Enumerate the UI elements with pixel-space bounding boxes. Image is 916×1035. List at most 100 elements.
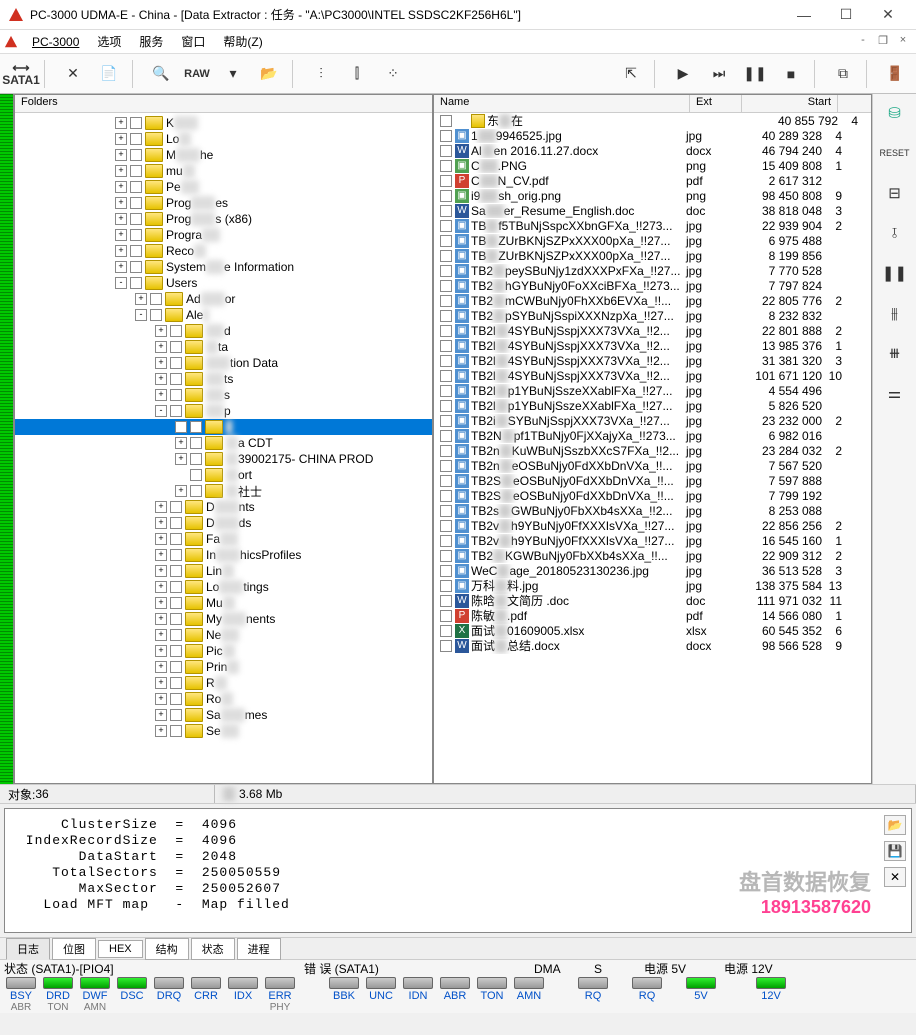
expander-icon[interactable]: + (155, 565, 167, 577)
tree-row[interactable]: +Linxx (15, 563, 432, 579)
expander-icon[interactable]: + (155, 661, 167, 673)
menu-pc3000[interactable]: PC-3000 (24, 33, 87, 51)
mdi-minimize[interactable]: - (854, 34, 872, 50)
expander-icon[interactable]: + (155, 693, 167, 705)
tree-row[interactable]: +Progxxxxs (x86) (15, 211, 432, 227)
pause-button[interactable]: ❚❚ (738, 57, 772, 91)
checkbox[interactable] (150, 309, 162, 321)
expander-icon[interactable]: + (155, 501, 167, 513)
checkbox[interactable] (170, 677, 182, 689)
expander-icon[interactable]: + (115, 149, 127, 161)
checkbox[interactable] (440, 355, 452, 367)
checkbox[interactable] (130, 229, 142, 241)
checkbox[interactable] (170, 341, 182, 353)
log-clear-button[interactable]: ✕ (884, 867, 906, 887)
file-row[interactable]: ▣i9xxxsh_orig.pngpng98 450 8089 (434, 188, 871, 203)
expander-icon[interactable]: + (135, 293, 147, 305)
checkbox[interactable] (170, 581, 182, 593)
mdi-close[interactable]: × (894, 34, 912, 50)
checkbox[interactable] (190, 437, 202, 449)
tree-row[interactable]: -Users (15, 275, 432, 291)
skip-button[interactable]: ⏭ (702, 57, 736, 91)
expander-icon[interactable]: + (115, 213, 127, 225)
checkbox[interactable] (170, 709, 182, 721)
tree-row[interactable]: +Loxx (15, 131, 432, 147)
file-row[interactable]: ▣TB2sxxGWBuNjy0FbXXb4sXXa_!!2...jpg8 253… (434, 503, 871, 518)
expander-icon[interactable]: + (155, 325, 167, 337)
expander-icon[interactable]: + (155, 597, 167, 609)
expander-icon[interactable]: + (115, 229, 127, 241)
checkbox[interactable] (440, 310, 452, 322)
log-tab[interactable]: 状态 (191, 938, 235, 960)
checkbox[interactable] (440, 175, 452, 187)
col-name[interactable]: Name (434, 95, 690, 112)
file-row[interactable]: ▣TB2lxx4SYBuNjSspjXXX73VXa_!!2...jpg22 8… (434, 323, 871, 338)
exit-button[interactable]: 🚪 (878, 57, 912, 91)
file-row[interactable]: ▣Cxxx.PNGpng15 409 8081 (434, 158, 871, 173)
folder-open-button[interactable]: 📂 (252, 57, 286, 91)
clear-icon[interactable]: ⧻ (880, 340, 910, 366)
pause-icon[interactable]: ❚❚ (880, 260, 910, 286)
checkbox[interactable] (440, 580, 452, 592)
checkbox[interactable] (440, 295, 452, 307)
tree-row[interactable]: +Rxx (15, 675, 432, 691)
expander-icon[interactable]: - (155, 405, 167, 417)
expander-icon[interactable]: + (155, 533, 167, 545)
expander-icon[interactable]: + (155, 549, 167, 561)
checkbox[interactable] (170, 597, 182, 609)
expander-icon[interactable]: + (175, 437, 187, 449)
tree-row[interactable]: +xxxs (15, 387, 432, 403)
expander-icon[interactable]: + (155, 517, 167, 529)
adjust-icon[interactable]: ⫱ (880, 220, 910, 246)
tree-row[interactable]: +xxxxtion Data (15, 355, 432, 371)
checkbox[interactable] (440, 235, 452, 247)
checkbox[interactable] (440, 115, 452, 127)
checkbox[interactable] (440, 385, 452, 397)
tree-row[interactable]: +Loxxxxtings (15, 579, 432, 595)
slider-icon[interactable]: ⚌ (880, 380, 910, 406)
log-tab[interactable]: 日志 (6, 938, 50, 960)
file-row[interactable]: ▣TB2xxmCWBuNjy0FhXXb6EVXa_!!...jpg22 805… (434, 293, 871, 308)
checkbox[interactable] (170, 629, 182, 641)
file-row[interactable]: ▣1xxx9946525.jpgjpg40 289 3284 (434, 128, 871, 143)
file-row[interactable]: ▣TBxxZUrBKNjSZPxXXX00pXa_!!27...jpg8 199… (434, 248, 871, 263)
expander-icon[interactable]: - (135, 309, 147, 321)
file-row[interactable]: P陈敏xx.pdfpdf14 566 0801 (434, 608, 871, 623)
file-row[interactable]: PCxxxN_CV.pdfpdf2 617 312 (434, 173, 871, 188)
tree-row[interactable]: +x (15, 419, 432, 435)
file-row[interactable]: X面试xx01609005.xlsxxlsx60 545 3526 (434, 623, 871, 638)
file-row[interactable]: ▣TB2lxx4SYBuNjSspjXXX73VXa_!!2...jpg101 … (434, 368, 871, 383)
tree-row[interactable]: +Dxxxxds (15, 515, 432, 531)
file-row[interactable]: ▣TB2Nxxpf1TBuNjy0FjXXajyXa_!!273...jpg6 … (434, 428, 871, 443)
checkbox[interactable] (440, 280, 452, 292)
file-row[interactable]: W陈晗xx文简历 .docdoc111 971 03211 (434, 593, 871, 608)
tree-row[interactable]: +Saxxxxmes (15, 707, 432, 723)
file-row[interactable]: ▣TBxxZUrBKNjSZPxXXX00pXa_!!27...jpg6 975… (434, 233, 871, 248)
tools-button[interactable]: ✕ (56, 57, 90, 91)
file-row[interactable]: 东xx在40 855 7924 (434, 113, 871, 128)
checkbox[interactable] (440, 415, 452, 427)
expander-icon[interactable]: + (155, 581, 167, 593)
disk-icon[interactable]: ⛁ (880, 100, 910, 126)
tree-row[interactable]: +InxxxxhicsProfiles (15, 547, 432, 563)
checkbox[interactable] (170, 565, 182, 577)
reset-icon[interactable]: RESET (880, 140, 910, 166)
tree-row[interactable]: -xxxp (15, 403, 432, 419)
mdi-restore[interactable]: ❐ (874, 34, 892, 50)
expander-icon[interactable]: + (115, 197, 127, 209)
tree-row[interactable]: +xxxts (15, 371, 432, 387)
expander-icon[interactable]: + (115, 117, 127, 129)
checkbox[interactable] (440, 610, 452, 622)
checkbox[interactable] (130, 165, 142, 177)
checkbox[interactable] (130, 197, 142, 209)
checkbox[interactable] (170, 501, 182, 513)
file-row[interactable]: ▣TB2xxpSYBuNjSspiXXXNzpXa_!!27...jpg8 23… (434, 308, 871, 323)
checkbox[interactable] (170, 533, 182, 545)
expander-icon[interactable]: + (155, 677, 167, 689)
checkbox[interactable] (190, 469, 202, 481)
tree-row[interactable]: +Nexxx (15, 627, 432, 643)
checkbox[interactable] (440, 625, 452, 637)
checkbox[interactable] (130, 117, 142, 129)
expander-icon[interactable]: + (175, 421, 187, 433)
checkbox[interactable] (130, 277, 142, 289)
